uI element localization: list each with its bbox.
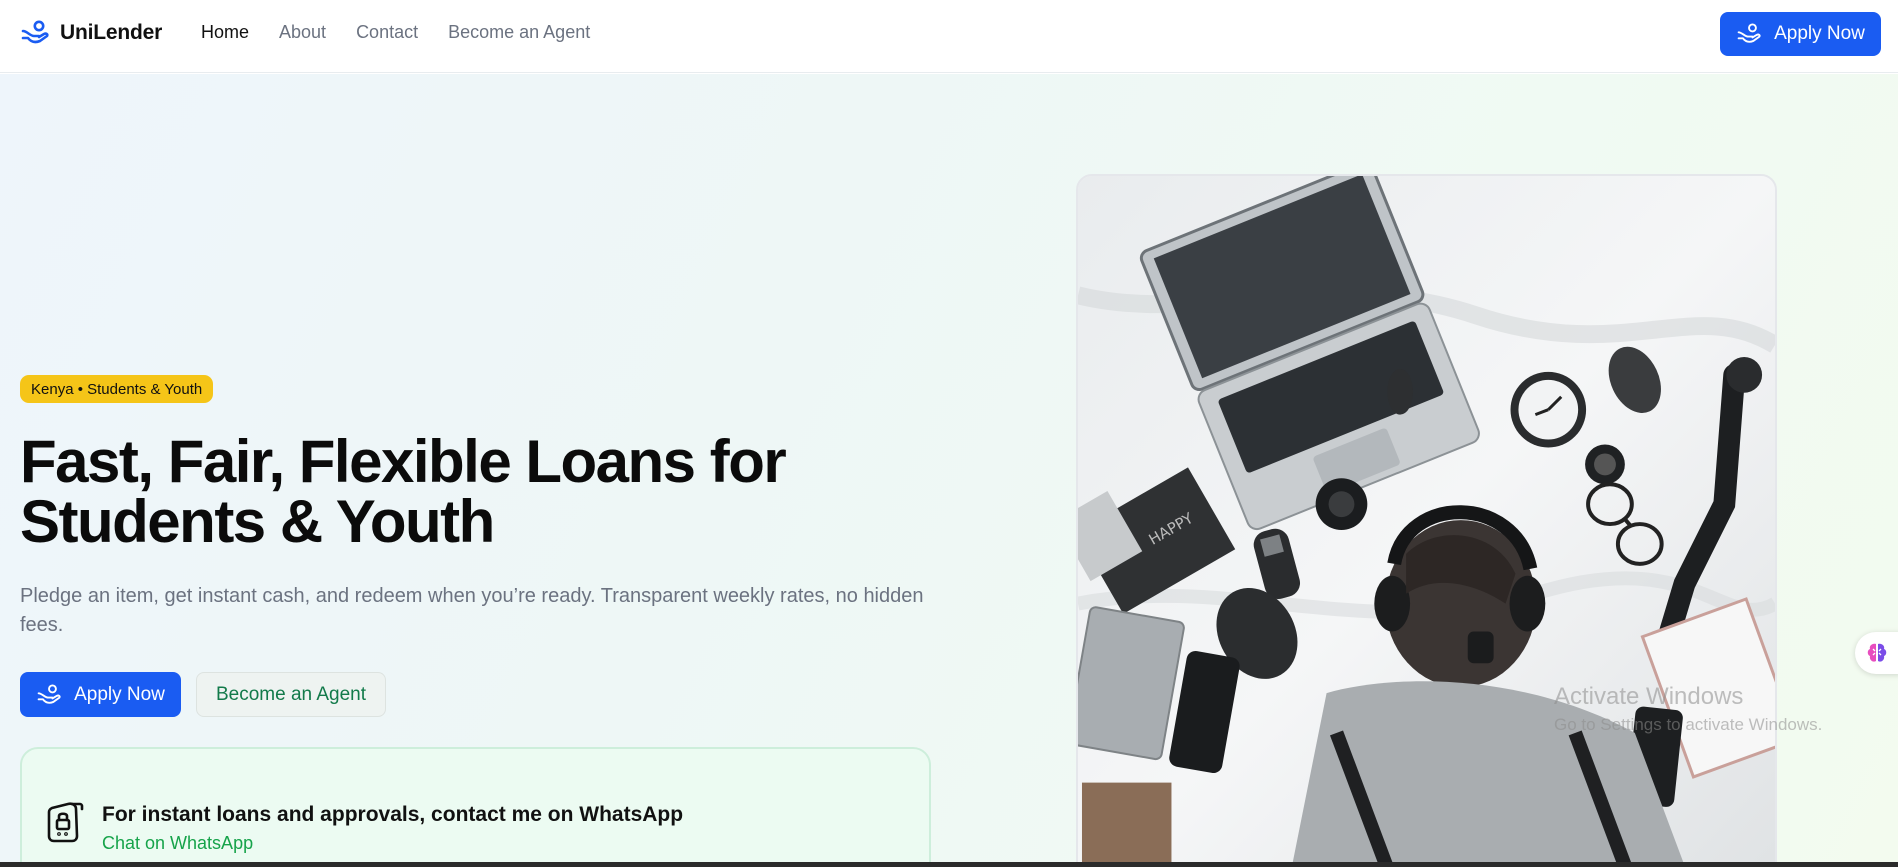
- hand-coin-icon: [37, 684, 61, 704]
- activate-subtitle: Go to Settings to activate Windows.: [1554, 715, 1823, 734]
- hero-apply-label: Apply Now: [74, 683, 165, 705]
- nav-link-home[interactable]: Home: [201, 22, 249, 43]
- hand-coin-icon: [21, 20, 49, 44]
- location-badge: Kenya • Students & Youth: [20, 375, 214, 403]
- hero-image: HAPPY: [1076, 174, 1777, 862]
- chat-whatsapp-link[interactable]: Chat on WhatsApp: [102, 833, 253, 854]
- nav-link-contact[interactable]: Contact: [356, 22, 418, 43]
- hand-coin-icon: [1737, 23, 1761, 43]
- whatsapp-card-title: For instant loans and approvals, contact…: [102, 803, 684, 826]
- phone-lock-icon: [47, 802, 84, 843]
- windows-activation-watermark: Activate Windows Go to Settings to activ…: [1554, 683, 1822, 735]
- hero-section: Kenya • Students & Youth Fast, Fair, Fle…: [0, 74, 1898, 862]
- hero-title: Fast, Fair, Flexible Loans for Students …: [20, 428, 787, 555]
- nav-link-become-agent[interactable]: Become an Agent: [448, 22, 590, 43]
- nav-links: Home About Contact Become an Agent: [201, 22, 590, 43]
- assistant-floating-button[interactable]: [1855, 632, 1898, 674]
- nav-apply-button[interactable]: Apply Now: [1720, 12, 1881, 56]
- nav-link-about[interactable]: About: [279, 22, 326, 43]
- taskbar-edge: [0, 862, 1898, 867]
- hero-apply-button[interactable]: Apply Now: [20, 672, 181, 717]
- brain-icon: [1867, 643, 1887, 662]
- navbar: UniLender Home About Contact Become an A…: [0, 0, 1898, 73]
- hero-photo-illustration: HAPPY: [1078, 176, 1775, 862]
- hero-subtitle: Pledge an item, get instant cash, and re…: [20, 585, 924, 636]
- whatsapp-card: For instant loans and approvals, contact…: [20, 747, 931, 862]
- brand-logo[interactable]: UniLender: [20, 18, 162, 48]
- activate-title: Activate Windows: [1554, 683, 1744, 710]
- become-agent-button[interactable]: Become an Agent: [196, 672, 386, 717]
- brand-name: UniLender: [60, 21, 163, 44]
- nav-apply-label: Apply Now: [1774, 23, 1865, 44]
